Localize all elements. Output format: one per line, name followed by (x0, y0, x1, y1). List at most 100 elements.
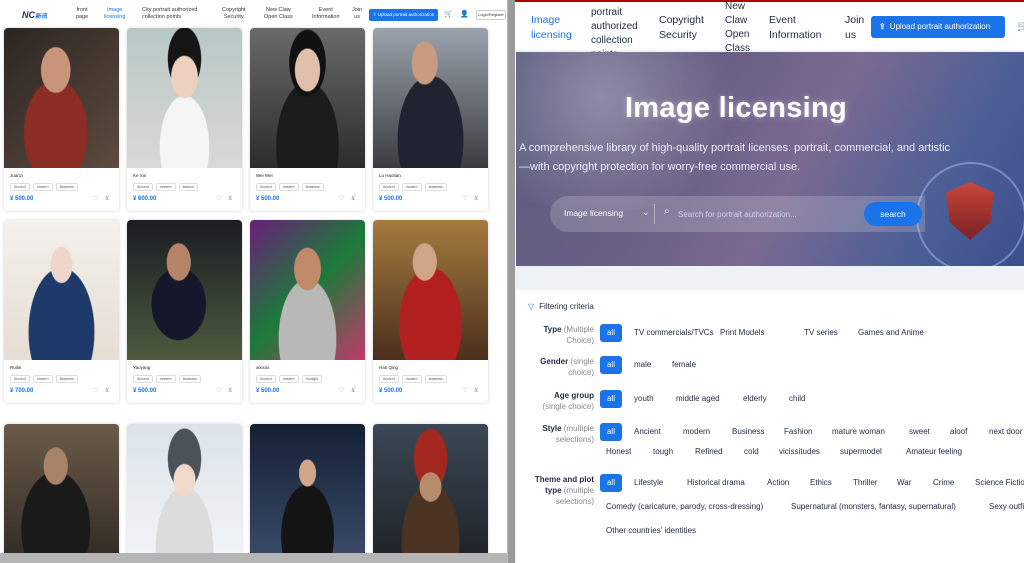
filter-option[interactable]: Historical drama (687, 478, 745, 487)
portrait-photo[interactable] (250, 28, 365, 168)
nav-copyright[interactable]: Copyright Security (222, 7, 246, 21)
nav-join[interactable]: Join us (352, 7, 362, 21)
portrait-photo[interactable] (250, 424, 365, 563)
filter-option[interactable]: Ethics (810, 478, 832, 487)
cart-icon[interactable]: ⊻ (474, 195, 478, 202)
filter-option[interactable]: Business (732, 427, 764, 436)
filter-option-all[interactable]: all (600, 390, 622, 408)
filter-option[interactable]: Comedy (caricature, parody, cross-dressi… (606, 502, 763, 511)
portrait-card[interactable]: Wei Wei Ancient modern Business ¥ 500.00 ♡ ⊻ (250, 28, 365, 211)
cart-icon[interactable]: ⊻ (105, 195, 109, 202)
filter-option[interactable]: aloof (950, 427, 967, 436)
scroll-bar[interactable] (0, 553, 507, 563)
cart-icon[interactable]: ⊻ (105, 387, 109, 394)
filter-option[interactable]: child (789, 394, 805, 403)
filter-option[interactable]: Honest (606, 447, 631, 456)
filter-option[interactable]: Fashion (784, 427, 812, 436)
portrait-card[interactable] (373, 424, 488, 563)
filter-option[interactable]: TV series (804, 328, 838, 337)
cart-icon[interactable]: ⊻ (228, 387, 232, 394)
cart-icon[interactable]: ⊻ (228, 195, 232, 202)
heart-icon[interactable]: ♡ (339, 195, 344, 202)
portrait-photo[interactable] (4, 28, 119, 168)
portrait-photo[interactable] (373, 220, 488, 360)
search-input[interactable] (678, 205, 858, 223)
portrait-photo[interactable] (127, 424, 242, 563)
filter-option[interactable]: mature woman (832, 427, 885, 436)
filter-option[interactable]: Science Fiction (975, 478, 1024, 487)
filter-option[interactable]: youth (634, 394, 654, 403)
filter-option[interactable]: Print Models (720, 328, 764, 337)
upload-button[interactable]: ⇪ Upload portrait authorization (871, 16, 1005, 38)
filter-option[interactable]: Games and Anime (858, 328, 924, 337)
portrait-card[interactable] (250, 424, 365, 563)
filter-option-all[interactable]: all (600, 423, 622, 441)
cart-icon[interactable]: 🛒 (1017, 21, 1024, 32)
filter-option[interactable]: Crime (933, 478, 954, 487)
nav-copyright[interactable]: Copyright Security (659, 13, 704, 43)
filter-option[interactable]: Ancient (634, 427, 661, 436)
portrait-card[interactable]: xixixixi Ancient modern Sunlight ¥ 500.00 ♡ ⊻ (250, 220, 365, 403)
cart-icon[interactable]: ⊻ (351, 195, 355, 202)
logo[interactable]: NC新讯 (22, 10, 47, 20)
cart-icon[interactable]: 🛒 (444, 10, 453, 18)
portrait-card[interactable] (4, 424, 119, 563)
heart-icon[interactable]: ♡ (93, 195, 98, 202)
filter-option[interactable]: Lifestyle (634, 478, 663, 487)
nav-image-licensing[interactable]: Image licensing (531, 13, 572, 43)
portrait-card[interactable]: Yaoyang Ancient modern Business ¥ 500.00 ♡ ⊻ (127, 220, 242, 403)
nav-front-page[interactable]: front page (76, 7, 88, 21)
filter-option-all[interactable]: all (600, 356, 622, 374)
portrait-photo[interactable] (250, 220, 365, 360)
portrait-card[interactable]: Lu Haotian Ancient modern Business ¥ 500.00 ♡… (373, 28, 488, 211)
filter-option[interactable]: next door (989, 427, 1022, 436)
portrait-photo[interactable] (4, 424, 119, 563)
nav-city-portrait[interactable]: City portrait authorized collection poin… (142, 7, 197, 21)
nav-image-licensing[interactable]: Image licensing (104, 7, 125, 21)
upload-button[interactable]: ⇪ Upload portrait authorization (369, 9, 438, 21)
filter-option-all[interactable]: all (600, 324, 622, 342)
filter-option[interactable]: Other countries' identities (606, 526, 696, 535)
nav-new-claw[interactable]: New Claw Open Class (725, 0, 750, 56)
heart-icon[interactable]: ♡ (462, 387, 467, 394)
filter-option[interactable]: cold (744, 447, 759, 456)
filter-option[interactable]: Thriller (853, 478, 877, 487)
heart-icon[interactable]: ♡ (216, 387, 221, 394)
cart-icon[interactable]: ⊻ (474, 387, 478, 394)
portrait-card[interactable]: Ke Xin Ancient modern fashion ¥ 600.00 ♡ ⊻ (127, 28, 242, 211)
filter-option[interactable]: Supernatural (monsters, fantasy, superna… (791, 502, 956, 511)
filter-option[interactable]: male (634, 360, 651, 369)
filter-option[interactable]: vicissitudes (779, 447, 820, 456)
portrait-card[interactable]: Ruilin Ancient modern Business ¥ 700.00 ♡ ⊻ (4, 220, 119, 403)
search-category-select[interactable]: Image licensing (564, 208, 623, 218)
heart-icon[interactable]: ♡ (462, 195, 467, 202)
filter-option[interactable]: middle aged (676, 394, 720, 403)
portrait-photo[interactable] (127, 28, 242, 168)
portrait-photo[interactable] (4, 220, 119, 360)
portrait-card[interactable]: Juanzi Ancient modern Business ¥ 500.00 ♡ ⊻ (4, 28, 119, 211)
filter-option[interactable]: Refined (695, 447, 723, 456)
filter-option[interactable]: Amateur feeling (906, 447, 962, 456)
portrait-card[interactable] (127, 424, 242, 563)
nav-event[interactable]: Event Information (312, 7, 340, 21)
filter-option[interactable]: TV commercials/TVCs (634, 328, 714, 337)
filter-option[interactable]: tough (653, 447, 673, 456)
portrait-photo[interactable] (373, 424, 488, 563)
nav-event[interactable]: Event Information (769, 13, 822, 43)
cart-icon[interactable]: ⊻ (351, 387, 355, 394)
heart-icon[interactable]: ♡ (93, 387, 98, 394)
filter-option[interactable]: Action (767, 478, 789, 487)
filter-option[interactable]: Sexy outfit (989, 502, 1024, 511)
filter-option[interactable]: supermodel (840, 447, 882, 456)
filter-option[interactable]: modern (683, 427, 710, 436)
filter-option-all[interactable]: all (600, 474, 622, 492)
login-button[interactable]: Login/Register (476, 10, 506, 20)
nav-new-claw[interactable]: New Claw Open Class (264, 7, 293, 21)
filter-option[interactable]: sweet (909, 427, 930, 436)
filter-option[interactable]: elderly (743, 394, 767, 403)
user-icon[interactable]: 👤 (460, 10, 469, 18)
portrait-card[interactable]: Han Qing Ancient modern Business ¥ 500.00 ♡ ⊻ (373, 220, 488, 403)
filter-option[interactable]: female (672, 360, 696, 369)
heart-icon[interactable]: ♡ (339, 387, 344, 394)
chevron-down-icon[interactable]: ⌄ (642, 207, 650, 218)
